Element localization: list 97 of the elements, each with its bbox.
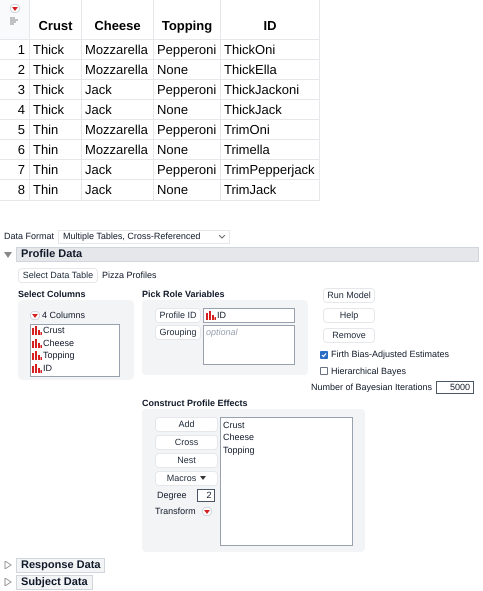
section-header[interactable]: Response Data — [16, 558, 106, 572]
table-cell: None — [154, 60, 221, 79]
section-header[interactable]: Subject Data — [16, 574, 93, 590]
column-header: ID — [262, 16, 278, 34]
row-number: 8 — [0, 180, 30, 200]
effect-item[interactable]: Crust — [223, 418, 352, 431]
effect-button[interactable]: Cross — [155, 434, 218, 450]
row-number: 1 — [0, 40, 30, 59]
table-cell: Thick — [30, 60, 82, 79]
effect-button[interactable]: Add — [155, 416, 218, 432]
table-cell: Jack — [82, 160, 154, 179]
columns-menu-icon[interactable] — [30, 311, 40, 320]
bar-chart-icon — [32, 351, 42, 360]
row-number: 4 — [0, 100, 30, 119]
table-cell: Thin — [30, 160, 82, 179]
table-cell: Pepperoni — [154, 160, 221, 179]
table-cell: Thin — [30, 140, 82, 159]
table-cell-text: TrimOni — [223, 121, 271, 139]
role-button[interactable]: Profile ID — [155, 308, 201, 323]
table-cell: Thin — [30, 180, 82, 200]
row-number: 5 — [0, 120, 30, 139]
iterations-label: Number of Bayesian Iterations — [311, 381, 432, 394]
column-item[interactable]: Crust — [32, 324, 119, 337]
column-item[interactable]: ID — [32, 362, 119, 374]
effect-item[interactable]: Topping — [223, 444, 352, 456]
expand-triangle-icon[interactable] — [4, 578, 12, 586]
select-data-table-button[interactable]: Select Data Table — [18, 268, 98, 283]
collapse-triangle-icon[interactable] — [4, 250, 12, 258]
table-cell-text: ThickElla — [223, 61, 278, 79]
chevron-down-icon — [219, 235, 226, 239]
column-list-icon[interactable] — [10, 17, 19, 26]
role-field[interactable]: ID — [203, 308, 295, 323]
transform-label: Transform — [155, 505, 196, 518]
table-cell: Mozzarella — [82, 40, 154, 59]
panel-title: Pick Role Variables — [142, 288, 226, 300]
row-number: 3 — [0, 80, 30, 99]
transform-menu-icon[interactable] — [202, 507, 212, 516]
table-cell: Jack — [82, 100, 154, 119]
column-item[interactable]: Topping — [32, 350, 119, 362]
table-cell: None — [154, 140, 221, 159]
table-cell: None — [154, 180, 221, 200]
checkbox-label: Hierarchical Bayes — [331, 364, 406, 378]
role-button[interactable]: Grouping — [155, 325, 201, 340]
row-number: 7 — [0, 160, 30, 179]
bar-chart-icon — [32, 338, 42, 348]
table-menu-icon[interactable] — [10, 4, 20, 13]
table-cell: Jack — [82, 180, 154, 200]
table-cell: Thin — [30, 120, 82, 139]
table-cell-text: TrimJack — [223, 181, 278, 199]
bar-chart-icon — [32, 326, 42, 336]
macros-menu-button[interactable]: Macros — [155, 470, 218, 486]
degree-field[interactable]: 2 — [196, 488, 215, 502]
placeholder: optional — [206, 326, 239, 339]
data-format-label: Data Format — [4, 230, 54, 244]
checkbox-label: Firth Bias-Adjusted Estimates — [331, 348, 450, 361]
table-cell-text: Trimella — [223, 141, 271, 159]
action-button[interactable]: Run Model — [323, 288, 375, 303]
table-cell: None — [154, 100, 221, 119]
column-header: Cheese — [82, 0, 154, 39]
column-count: 4 Columns — [42, 309, 86, 322]
caret-icon — [200, 476, 206, 480]
table-cell-text: ThickJack — [223, 101, 283, 119]
table-cell-text: TrimPepperjack — [223, 161, 316, 179]
table-cell: Mozzarella — [82, 120, 154, 139]
panel-title: Select Columns — [18, 288, 87, 300]
data-format-dropdown[interactable]: Multiple Tables, Cross-Referenced — [58, 230, 230, 244]
table-cell: Pepperoni — [154, 40, 221, 59]
action-button[interactable]: Remove — [323, 328, 375, 343]
row-number: 2 — [0, 60, 30, 79]
section-header[interactable]: Profile Data — [16, 247, 479, 262]
table-cell: Jack — [82, 80, 154, 99]
iterations-field[interactable]: 5000 — [436, 381, 474, 394]
panel-title: Construct Profile Effects — [142, 396, 249, 408]
table-cell: Thick — [30, 80, 82, 99]
table-cell-text: ThickJackoni — [223, 81, 300, 99]
role-value: ID — [217, 309, 226, 322]
table-cell: Mozzarella — [82, 60, 154, 79]
column-header: Crust — [30, 0, 82, 39]
column-header: Topping — [154, 0, 221, 39]
table-cell: Thick — [30, 40, 82, 59]
effect-item[interactable]: Cheese — [223, 431, 352, 444]
column-item[interactable]: Cheese — [32, 337, 119, 350]
checkbox[interactable] — [320, 367, 328, 376]
table-cell: Mozzarella — [82, 140, 154, 159]
degree-label: Degree — [157, 488, 187, 502]
effect-button[interactable]: Nest — [155, 452, 218, 468]
table-cell: Pepperoni — [154, 120, 221, 139]
table-cell: Pepperoni — [154, 80, 221, 99]
row-number: 6 — [0, 140, 30, 159]
table-cell-text: ThickOni — [223, 41, 276, 59]
table-cell: Thick — [30, 100, 82, 119]
bar-chart-icon — [32, 364, 42, 373]
bar-chart-icon — [206, 311, 216, 320]
data-table-name: Pizza Profiles — [102, 268, 157, 282]
expand-triangle-icon[interactable] — [4, 561, 12, 569]
action-button[interactable]: Help — [323, 308, 375, 323]
checkbox[interactable] — [320, 350, 328, 359]
